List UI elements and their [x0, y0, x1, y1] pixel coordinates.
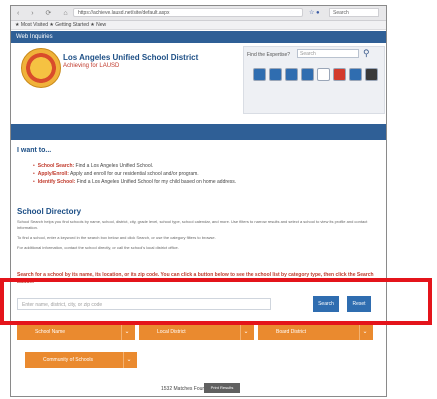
browser-nav-icons[interactable]: ‹ › ⟳ ⌂	[17, 9, 73, 17]
list-item[interactable]: School Search: Find a Los Angeles Unifie…	[33, 162, 373, 170]
chevron-down-icon: ⌄	[121, 324, 132, 340]
board-district-filter[interactable]: Board District ⌄	[258, 324, 373, 340]
social-icon[interactable]	[253, 68, 266, 81]
chevron-down-icon: ⌄	[123, 352, 134, 368]
social-icon[interactable]	[333, 68, 346, 81]
browser-search-field[interactable]: Search	[329, 8, 379, 17]
social-icon[interactable]	[349, 68, 362, 81]
directory-description: School Search helps you find schools by …	[17, 219, 368, 250]
community-of-schools-filter[interactable]: Community of Schools ⌄	[25, 352, 137, 368]
extension-icons[interactable]: ☆ ●	[309, 9, 320, 16]
social-icon[interactable]	[285, 68, 298, 81]
address-bar[interactable]: https://achieve.lausd.net/site/default.a…	[73, 8, 303, 17]
site-search-input[interactable]: Search	[297, 49, 359, 58]
print-results-button[interactable]: Print Results	[204, 383, 240, 393]
main-navigation[interactable]	[11, 124, 386, 140]
site-topbar: Web Inquiries	[11, 31, 386, 43]
list-item[interactable]: Identify School: Find a Los Angeles Unif…	[33, 178, 373, 186]
local-district-filter[interactable]: Local District ⌄	[139, 324, 254, 340]
school-name-filter[interactable]: School Name ⌄	[17, 324, 135, 340]
social-icon[interactable]	[269, 68, 282, 81]
browser-window: ‹ › ⟳ ⌂ https://achieve.lausd.net/site/d…	[10, 5, 387, 397]
social-icons	[253, 68, 378, 81]
bookmarks-bar[interactable]: ★ Most Visited ★ Getting Started ★ New	[11, 21, 386, 30]
search-icon[interactable]: ⚲	[363, 48, 370, 59]
chevron-down-icon: ⌄	[240, 324, 251, 340]
highlight-box	[0, 278, 432, 325]
i-want-to-heading: I want to...	[17, 147, 52, 154]
lookup-label: Find the Expertise?	[247, 52, 291, 58]
results-count: 1532 Matches Found	[161, 386, 208, 392]
list-item[interactable]: Apply/Enroll: Apply and enroll for our r…	[33, 170, 373, 178]
filter-buttons: School Name ⌄ Local District ⌄ Board Distr…	[11, 316, 386, 376]
social-icon[interactable]	[317, 68, 330, 81]
district-tagline: Achieving for LAUSD	[63, 63, 120, 69]
chevron-down-icon: ⌄	[359, 324, 370, 340]
district-name[interactable]: Los Angeles Unified School District	[63, 53, 198, 62]
social-icon[interactable]	[301, 68, 314, 81]
school-directory-heading: School Directory	[17, 207, 82, 216]
social-icon[interactable]	[365, 68, 378, 81]
district-seal-logo[interactable]	[21, 48, 61, 88]
browser-toolbar: ‹ › ⟳ ⌂ https://achieve.lausd.net/site/d…	[11, 6, 386, 21]
i-want-to-list: School Search: Find a Los Angeles Unifie…	[33, 162, 373, 186]
